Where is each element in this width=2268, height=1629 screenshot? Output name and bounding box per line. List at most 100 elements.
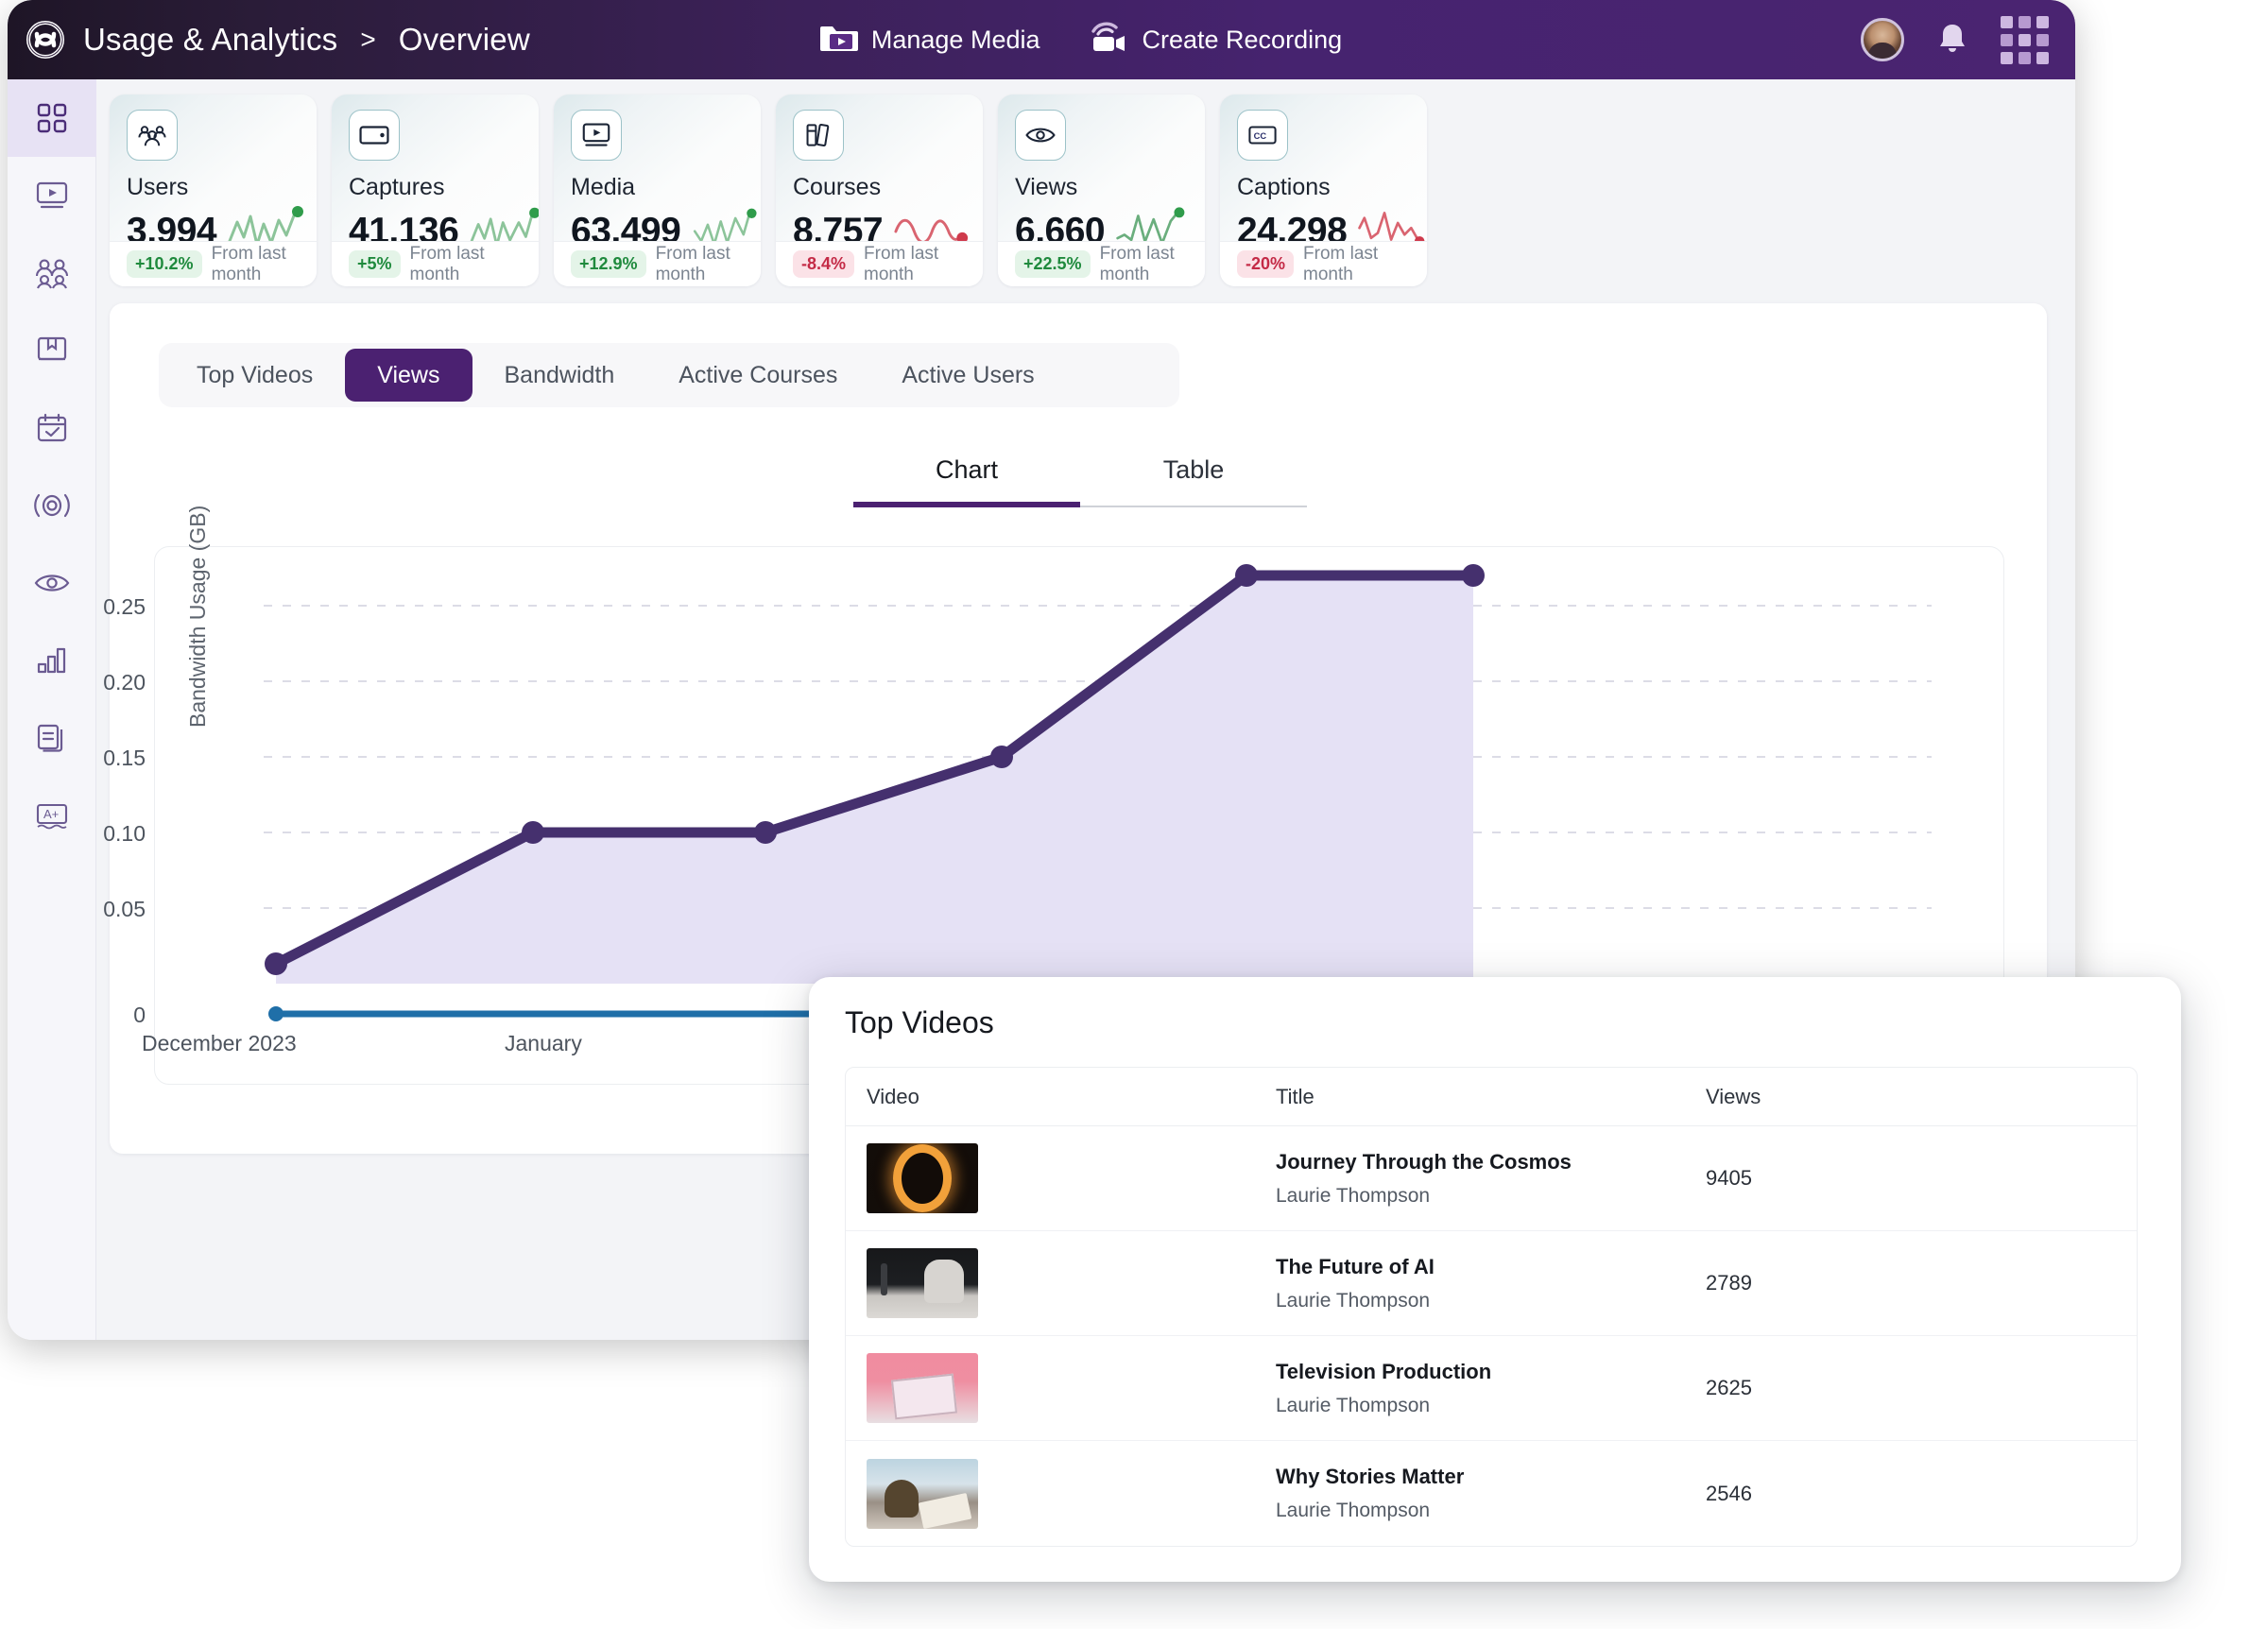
x-axis-origin-marker bbox=[268, 1006, 284, 1021]
book-bookmark-icon bbox=[35, 334, 69, 367]
stat-change-badge: +5% bbox=[349, 250, 401, 278]
grid-dashboard-icon bbox=[35, 101, 69, 135]
svg-text:CC: CC bbox=[1254, 131, 1267, 141]
column-header-views: Views bbox=[1706, 1084, 1761, 1108]
overlay-title: Top Videos bbox=[845, 1005, 994, 1039]
stat-change-badge: -8.4% bbox=[793, 250, 855, 278]
video-title: Why Stories Matter bbox=[1276, 1465, 1465, 1488]
clapperboard-thumbnail[interactable] bbox=[867, 1353, 978, 1423]
stat-change-note: From last month bbox=[1303, 243, 1379, 284]
header-actions bbox=[1861, 0, 2049, 79]
sidebar-item-dashboard[interactable] bbox=[8, 79, 96, 157]
stat-card-views[interactable]: Views 6,660 +22.5% From last month bbox=[998, 94, 1205, 286]
chess-podcast-thumbnail[interactable] bbox=[867, 1248, 978, 1318]
camera-signal-icon bbox=[1088, 19, 1129, 61]
a-plus-icon: A+ bbox=[34, 801, 70, 830]
video-author: Laurie Thompson bbox=[1276, 1394, 1431, 1416]
y-tick-0: 0 bbox=[133, 1003, 146, 1027]
reading-woman-thumbnail[interactable] bbox=[867, 1458, 978, 1529]
subtab-table[interactable]: Table bbox=[1080, 455, 1307, 507]
tab-active-users[interactable]: Active Users bbox=[869, 349, 1066, 402]
top-header-bar: Usage & Analytics > Overview Manage Medi… bbox=[8, 0, 2075, 79]
stat-change-note: From last month bbox=[211, 243, 286, 284]
table-row[interactable]: Journey Through the Cosmos Laurie Thomps… bbox=[846, 1126, 2137, 1231]
video-views: 2625 bbox=[1706, 1376, 1752, 1399]
top-videos-table: Video Title Views Journey Through the Co… bbox=[845, 1067, 2138, 1547]
black-hole-thumbnail[interactable] bbox=[867, 1143, 978, 1213]
bell-icon[interactable] bbox=[1934, 21, 1970, 59]
view-mode-tabs: Chart Table bbox=[853, 455, 1307, 507]
svg-text:A+: A+ bbox=[43, 807, 59, 821]
stat-label: Users bbox=[127, 174, 189, 200]
users-group-icon bbox=[127, 110, 178, 161]
metric-tabs: Top Videos Views Bandwidth Active Course… bbox=[159, 343, 1179, 407]
capture-card-icon bbox=[349, 110, 400, 161]
breadcrumb-separator: > bbox=[360, 25, 376, 54]
calendar-check-icon bbox=[35, 412, 69, 444]
tab-top-videos[interactable]: Top Videos bbox=[164, 349, 345, 402]
y-tick-005: 0.05 bbox=[103, 897, 146, 921]
y-tick-025: 0.25 bbox=[103, 594, 146, 619]
sidebar-item-users[interactable] bbox=[8, 234, 96, 312]
stat-label: Captures bbox=[349, 174, 445, 200]
manage-media-button[interactable]: Manage Media bbox=[818, 21, 1040, 60]
eye-icon bbox=[1015, 110, 1066, 161]
spiral-logo-icon bbox=[25, 19, 66, 60]
avatar[interactable] bbox=[1861, 18, 1904, 61]
table-header-row: Video Title Views bbox=[846, 1068, 2137, 1126]
sidebar-item-schedule[interactable] bbox=[8, 389, 96, 467]
video-author: Laurie Thompson bbox=[1276, 1184, 1431, 1207]
table-row[interactable]: Why Stories Matter Laurie Thompson 2546 bbox=[846, 1441, 2137, 1546]
video-views: 2789 bbox=[1706, 1271, 1752, 1295]
video-views: 9405 bbox=[1706, 1166, 1752, 1190]
video-screen-icon bbox=[34, 180, 70, 212]
stat-card-users[interactable]: Users 3,994 +10.2% From last month bbox=[110, 94, 317, 286]
eye-icon bbox=[33, 571, 71, 595]
tab-views[interactable]: Views bbox=[345, 349, 472, 402]
documents-icon bbox=[35, 722, 69, 754]
stat-label: Media bbox=[571, 174, 636, 200]
video-author: Laurie Thompson bbox=[1276, 1500, 1431, 1521]
subtab-chart[interactable]: Chart bbox=[853, 455, 1080, 507]
sidebar-item-media[interactable] bbox=[8, 157, 96, 234]
sidebar-item-library[interactable] bbox=[8, 312, 96, 389]
video-title: The Future of AI bbox=[1276, 1254, 1435, 1278]
video-screen-icon bbox=[571, 110, 622, 161]
stat-label: Views bbox=[1015, 174, 1078, 200]
stat-change-badge: -20% bbox=[1237, 250, 1295, 278]
create-recording-button[interactable]: Create Recording bbox=[1088, 19, 1342, 61]
stat-change-note: From last month bbox=[1099, 243, 1175, 284]
tab-bandwidth[interactable]: Bandwidth bbox=[472, 349, 647, 402]
table-row[interactable]: The Future of AI Laurie Thompson 2789 bbox=[846, 1231, 2137, 1336]
top-videos-overlay: Top Videos Video Title Views Journey Thr… bbox=[809, 977, 2181, 1582]
stat-card-media[interactable]: Media 63,499 +12.9% From last month bbox=[554, 94, 761, 286]
column-header-video: Video bbox=[867, 1084, 919, 1108]
left-sidebar: A+ bbox=[8, 79, 96, 1340]
breadcrumb-root[interactable]: Usage & Analytics bbox=[83, 22, 337, 58]
manage-media-label: Manage Media bbox=[870, 25, 1040, 54]
bar-chart-icon bbox=[35, 645, 69, 676]
stat-label: Courses bbox=[793, 174, 882, 200]
brand-breadcrumb[interactable]: Usage & Analytics > Overview bbox=[8, 19, 530, 60]
x-tick-january: January bbox=[505, 1031, 582, 1055]
sidebar-item-live[interactable] bbox=[8, 467, 96, 544]
stat-change-badge: +12.9% bbox=[571, 250, 646, 278]
stat-cards-row: Users 3,994 +10.2% From last month Captu… bbox=[96, 79, 2075, 286]
app-grid-icon[interactable] bbox=[2001, 15, 2049, 64]
stat-label: Captions bbox=[1237, 174, 1331, 200]
tab-active-courses[interactable]: Active Courses bbox=[646, 349, 869, 402]
stat-card-courses[interactable]: Courses 8,757 -8.4% From last month bbox=[776, 94, 983, 286]
video-title: Journey Through the Cosmos bbox=[1276, 1149, 1572, 1174]
video-author: Laurie Thompson bbox=[1276, 1289, 1431, 1312]
y-tick-020: 0.20 bbox=[103, 670, 146, 694]
stat-change-badge: +10.2% bbox=[127, 250, 202, 278]
table-row[interactable]: Television Production Laurie Thompson 26… bbox=[846, 1336, 2137, 1441]
top-nav: Manage Media Create Recording bbox=[818, 19, 1342, 61]
page-title: Overview bbox=[398, 22, 530, 57]
stat-card-captions[interactable]: CC Captions 24,298 -20% From last month bbox=[1220, 94, 1427, 286]
broadcast-icon bbox=[31, 491, 73, 520]
y-axis-label: Bandwidth Usage (GB) bbox=[185, 505, 210, 728]
stat-card-captures[interactable]: Captures 41,136 +5% From last month bbox=[332, 94, 539, 286]
users-group-icon bbox=[33, 257, 71, 289]
x-tick-december-2023: December 2023 bbox=[142, 1031, 297, 1055]
